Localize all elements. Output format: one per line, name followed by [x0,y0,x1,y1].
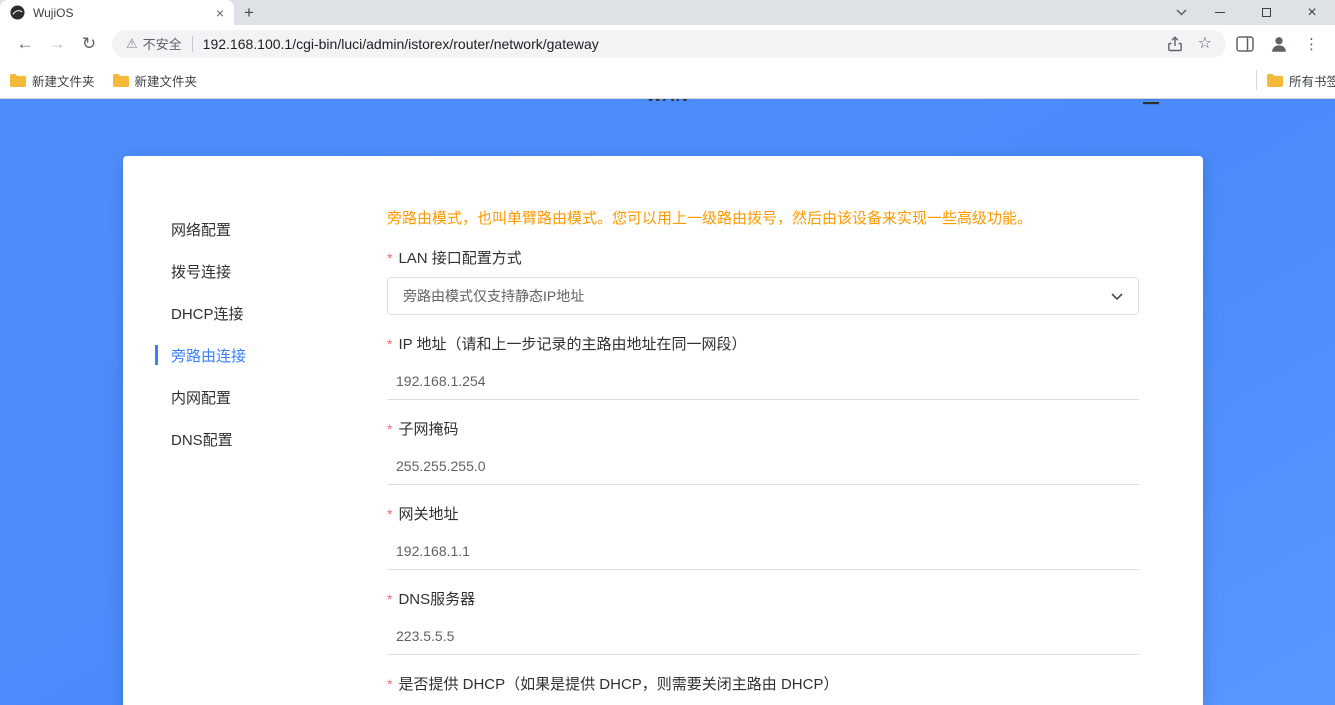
subnet-mask-input[interactable] [387,448,1139,485]
select-value: 旁路由模式仅支持静态IP地址 [403,286,584,306]
all-bookmarks-button[interactable]: 所有书签 [1256,70,1335,90]
forward-icon[interactable]: → [42,34,72,54]
omnibox-divider [192,36,193,52]
field-ip-address: * IP 地址（请和上一步记录的主路由地址在同一网段） [387,334,1139,400]
field-subnet-mask: * 子网掩码 [387,419,1139,485]
chevron-down-icon [1111,293,1123,300]
folder-icon [1267,74,1283,87]
bookmark-folder-label: 新建文件夹 [135,71,198,90]
not-secure-warning-icon: ⚠ [126,36,138,52]
profile-avatar-icon[interactable] [1267,32,1291,56]
settings-sidebar: 网络配置 拨号连接 DHCP连接 旁路由连接 内网配置 DNS配置 [123,156,387,705]
field-label-text: 是否提供 DHCP（如果是提供 DHCP，则需要关闭主路由 DHCP） [398,674,838,695]
field-provide-dhcp: * 是否提供 DHCP（如果是提供 DHCP，则需要关闭主路由 DHCP） [387,674,1139,695]
browser-tab[interactable]: WujiOS × [0,0,234,25]
reload-icon[interactable]: ↻ [74,34,104,54]
bookmarks-divider [1256,70,1257,90]
screen: WujiOS × + × ← → ↻ ⚠ 不安全 192.168.100.1/c… [0,0,1335,705]
field-dns-server: * DNS服务器 [387,589,1139,655]
sidebar-item-dial-connection[interactable]: 拨号连接 [171,250,387,292]
header-menu-icon[interactable] [1143,99,1159,110]
required-marker: * [387,334,392,355]
field-lan-mode: * LAN 接口配置方式 旁路由模式仅支持静态IP地址 [387,248,1139,315]
field-label-text: DNS服务器 [398,589,475,610]
browser-tabstrip: WujiOS × + × [0,0,1335,25]
tab-close-icon[interactable]: × [216,6,224,20]
back-icon[interactable]: ← [10,34,40,54]
field-label-text: 子网掩码 [398,419,458,440]
bookmark-folder-2[interactable]: 新建文件夹 [113,71,198,90]
minimize-icon [1215,12,1225,13]
browser-menu-icon[interactable]: ⋮ [1304,35,1319,53]
gateway-address-input[interactable] [387,533,1139,570]
required-marker: * [387,248,392,269]
sidebar-item-lan-config[interactable]: 内网配置 [171,376,387,418]
required-marker: * [387,504,392,525]
field-label: * DNS服务器 [387,589,1139,610]
side-panel-icon[interactable] [1236,36,1254,52]
lan-mode-select[interactable]: 旁路由模式仅支持静态IP地址 [387,277,1139,315]
navbar-right-actions: ⋮ [1236,32,1319,56]
folder-icon [10,74,26,87]
field-label-text: LAN 接口配置方式 [398,248,521,269]
ip-address-input[interactable] [387,363,1139,400]
settings-card: 网络配置 拨号连接 DHCP连接 旁路由连接 内网配置 DNS配置 旁路由模式，… [123,156,1203,705]
field-label: * 子网掩码 [387,419,1139,440]
required-marker: * [387,589,392,610]
maximize-icon [1262,8,1271,17]
dns-server-input[interactable] [387,618,1139,655]
sidebar-item-dns-config[interactable]: DNS配置 [171,418,387,460]
site-favicon-icon [10,5,25,20]
bookmarks-bar: 新建文件夹 新建文件夹 所有书签 [0,62,1335,99]
sidebar-item-bypass-router-connection[interactable]: 旁路由连接 [171,334,387,376]
bookmark-folder-label: 新建文件夹 [32,71,95,90]
field-gateway-address: * 网关地址 [387,504,1139,570]
omnibox-actions: ☆ [1167,36,1212,52]
browser-navbar: ← → ↻ ⚠ 不安全 192.168.100.1/cgi-bin/luci/a… [0,25,1335,62]
tab-search-chevron-icon[interactable] [1165,9,1197,16]
new-tab-button[interactable]: + [234,0,264,25]
bypass-mode-notice: 旁路由模式，也叫单臂路由模式。您可以用上一级路由拨号，然后由该设备来实现一些高级… [387,208,1139,229]
field-label: * IP 地址（请和上一步记录的主路由地址在同一网段） [387,334,1139,355]
settings-form: 旁路由模式，也叫单臂路由模式。您可以用上一级路由拨号，然后由该设备来实现一些高级… [387,156,1139,705]
address-bar[interactable]: ⚠ 不安全 192.168.100.1/cgi-bin/luci/admin/i… [112,30,1226,58]
folder-icon [113,74,129,87]
url-text[interactable]: 192.168.100.1/cgi-bin/luci/admin/istorex… [203,36,1157,52]
field-label-text: 网关地址 [398,504,458,525]
page-content: WAN 网络配置 拨号连接 DHCP连接 旁路由连接 内网配置 DNS配置 旁路… [0,99,1335,705]
all-bookmarks-label: 所有书签 [1289,71,1335,90]
required-marker: * [387,674,392,695]
maximize-button[interactable] [1243,0,1289,25]
sidebar-item-network-config[interactable]: 网络配置 [171,208,387,250]
share-icon[interactable] [1167,36,1183,52]
field-label: * LAN 接口配置方式 [387,248,1139,269]
bookmark-folder-1[interactable]: 新建文件夹 [10,71,95,90]
field-label: * 是否提供 DHCP（如果是提供 DHCP，则需要关闭主路由 DHCP） [387,674,1139,695]
tab-title: WujiOS [33,6,208,20]
field-label: * 网关地址 [387,504,1139,525]
security-label[interactable]: 不安全 [143,34,182,53]
required-marker: * [387,419,392,440]
window-controls: × [1165,0,1335,25]
field-label-text: IP 地址（请和上一步记录的主路由地址在同一网段） [398,334,746,355]
minimize-button[interactable] [1197,0,1243,25]
page-title: WAN [0,99,1335,106]
close-window-button[interactable]: × [1289,0,1335,25]
sidebar-item-dhcp-connection[interactable]: DHCP连接 [171,292,387,334]
bookmark-star-icon[interactable]: ☆ [1198,36,1212,52]
